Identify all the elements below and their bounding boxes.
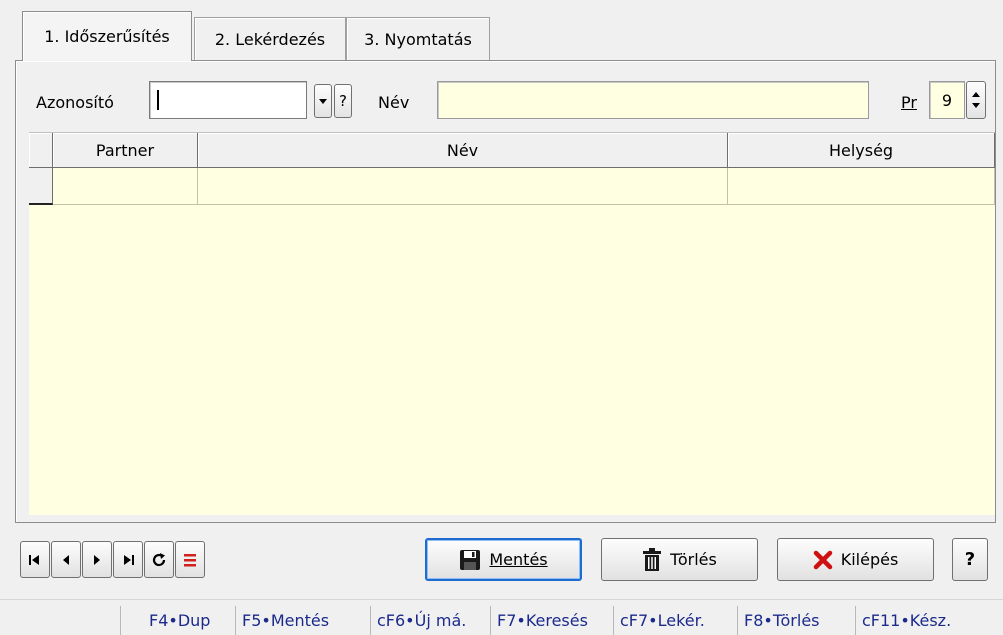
exit-button-label: Kilépés — [840, 550, 899, 569]
pr-label: Pr — [901, 93, 917, 112]
delete-button-label: Törlés — [670, 550, 717, 569]
first-record-button[interactable] — [20, 541, 50, 578]
tab-nyomtatas[interactable]: 3. Nyomtatás — [346, 17, 490, 61]
list-button[interactable] — [175, 541, 205, 578]
partner-grid[interactable]: Partner Név Helység — [29, 132, 995, 515]
table-cell-nev[interactable] — [198, 168, 728, 205]
status-item-cf6[interactable]: cF6•Új má. — [370, 606, 490, 635]
chevron-down-icon — [972, 103, 980, 108]
help-button[interactable]: ? — [952, 538, 988, 581]
tab-label: 3. Nyomtatás — [364, 30, 472, 49]
red-x-icon — [813, 550, 832, 569]
pr-stepper-buttons[interactable] — [966, 81, 986, 119]
table-cell-helyseg[interactable] — [728, 168, 995, 205]
nev-label: Név — [378, 93, 410, 112]
last-record-icon — [124, 554, 134, 565]
status-item-f5[interactable]: F5•Mentés — [235, 606, 372, 635]
tab-label: 1. Időszerűsítés — [44, 27, 170, 46]
azonosito-label: Azonosító — [36, 93, 114, 112]
table-cell-partner[interactable] — [53, 168, 198, 205]
last-record-button[interactable] — [113, 541, 143, 578]
first-record-icon — [29, 554, 39, 565]
next-record-icon — [94, 554, 100, 565]
nev-input[interactable] — [437, 81, 869, 119]
refresh-icon — [152, 552, 166, 566]
tab-panel: Azonosító ? Név Pr 9 Partner Név Helység — [15, 60, 996, 523]
trash-can-icon — [643, 547, 662, 571]
row-indicator[interactable] — [29, 168, 53, 205]
status-item-cf11[interactable]: cF11•Kész. — [855, 606, 979, 635]
next-record-button[interactable] — [82, 541, 112, 578]
exit-button[interactable]: Kilépés — [777, 538, 934, 581]
status-item-f8[interactable]: F8•Törlés — [737, 606, 855, 635]
previous-record-button[interactable] — [51, 541, 81, 578]
chevron-up-icon — [972, 92, 980, 97]
pr-stepper-input[interactable]: 9 — [929, 81, 965, 119]
azonosito-dropdown-button[interactable] — [314, 84, 332, 118]
grid-corner — [29, 133, 53, 168]
column-header-nev[interactable]: Név — [198, 133, 728, 168]
help-icon: ? — [964, 549, 976, 570]
list-icon — [184, 553, 196, 566]
column-header-helyseg[interactable]: Helység — [728, 133, 995, 168]
status-item-f4[interactable]: F4•Dup — [120, 606, 234, 635]
text-caret — [157, 90, 159, 110]
azonosito-input[interactable] — [149, 81, 307, 119]
refresh-button[interactable] — [144, 541, 174, 578]
save-button[interactable]: Mentés — [425, 538, 582, 581]
question-icon: ? — [339, 92, 347, 110]
tab-label: 2. Lekérdezés — [214, 30, 326, 49]
chevron-down-icon — [319, 98, 327, 104]
pr-value: 9 — [941, 90, 953, 110]
previous-record-icon — [63, 554, 69, 565]
azonosito-lookup-button[interactable]: ? — [334, 84, 352, 118]
tab-lekerdezes[interactable]: 2. Lekérdezés — [194, 17, 346, 61]
delete-button[interactable]: Törlés — [601, 538, 758, 581]
status-item-f7[interactable]: F7•Keresés — [490, 606, 613, 635]
tab-idoszerusites[interactable]: 1. Időszerűsítés — [22, 11, 192, 61]
column-header-partner[interactable]: Partner — [53, 133, 198, 168]
floppy-disk-icon — [460, 549, 481, 570]
save-button-label: Mentés — [489, 550, 548, 569]
status-item-cf7[interactable]: cF7•Lekér. — [613, 606, 733, 635]
